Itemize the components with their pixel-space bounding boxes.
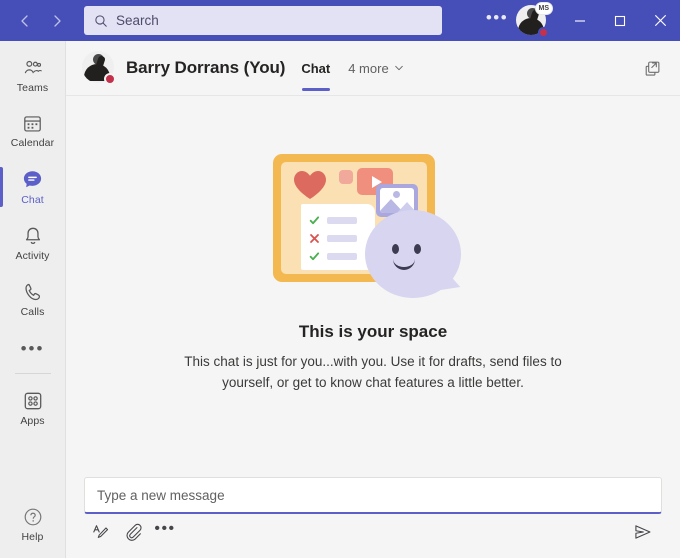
compose-area: ••• bbox=[66, 477, 680, 558]
cross-icon bbox=[310, 234, 319, 243]
presence-indicator-dnd bbox=[104, 73, 116, 85]
rail-divider bbox=[14, 373, 51, 374]
rail-item-label: Chat bbox=[21, 194, 44, 206]
rail-item-label: Calls bbox=[20, 305, 45, 318]
message-input[interactable] bbox=[97, 487, 649, 503]
tab-chat[interactable]: Chat bbox=[299, 41, 332, 96]
send-button[interactable] bbox=[628, 517, 658, 547]
checklist-row bbox=[309, 233, 357, 244]
back-button[interactable] bbox=[10, 7, 40, 35]
window-body: Teams Calendar Chat Activity Calls ••• A… bbox=[0, 41, 680, 558]
titlebar-right-controls: ••• MS bbox=[482, 0, 680, 41]
more-tabs-dropdown[interactable]: 4 more bbox=[348, 61, 403, 76]
image-sun bbox=[393, 191, 400, 198]
chevron-left-icon bbox=[21, 14, 28, 27]
send-icon bbox=[635, 525, 651, 539]
personal-space-illustration bbox=[273, 148, 473, 308]
forward-button[interactable] bbox=[42, 7, 72, 35]
checklist-row bbox=[309, 215, 357, 226]
main-panel: Barry Dorrans (You) Chat 4 more This is … bbox=[66, 41, 680, 558]
checklist-text-bar bbox=[327, 235, 357, 242]
app-rail: Teams Calendar Chat Activity Calls ••• A… bbox=[0, 41, 66, 558]
bubble-eye-right bbox=[414, 244, 421, 254]
rail-item-label: Teams bbox=[16, 81, 49, 94]
rail-item-apps[interactable]: Apps bbox=[0, 380, 66, 436]
more-options-button[interactable]: ••• bbox=[150, 517, 180, 547]
minimize-button[interactable] bbox=[560, 0, 600, 41]
tab-label: Chat bbox=[301, 60, 331, 76]
question-circle-icon bbox=[24, 508, 41, 525]
chat-icon bbox=[23, 171, 42, 188]
chat-avatar[interactable] bbox=[82, 51, 116, 85]
close-icon bbox=[654, 15, 666, 26]
chat-header: Barry Dorrans (You) Chat 4 more bbox=[66, 41, 680, 96]
compose-toolbar: ••• bbox=[84, 514, 662, 550]
attach-button[interactable] bbox=[118, 517, 148, 547]
title-bar: ••• MS bbox=[0, 0, 680, 41]
empty-state: This is your space This chat is just for… bbox=[66, 96, 680, 477]
empty-state-subtitle: This chat is just for you...with you. Us… bbox=[184, 354, 562, 390]
rail-item-teams[interactable]: Teams bbox=[0, 47, 66, 103]
apps-grid-icon bbox=[24, 392, 41, 409]
account-avatar-button[interactable]: MS bbox=[516, 1, 553, 38]
maximize-button[interactable] bbox=[600, 0, 640, 41]
rail-item-label: Apps bbox=[20, 414, 45, 427]
empty-state-title: This is your space bbox=[298, 322, 448, 341]
teams-window: ••• MS bbox=[0, 0, 680, 558]
checklist-text-bar bbox=[327, 253, 357, 260]
rail-more-apps-button[interactable]: ••• bbox=[0, 327, 66, 371]
checklist-note bbox=[301, 204, 375, 270]
illustration-pink-square bbox=[339, 170, 353, 184]
rail-item-label: Calendar bbox=[10, 137, 55, 149]
rail-item-help[interactable]: Help bbox=[0, 496, 66, 552]
rail-item-activity[interactable]: Activity bbox=[0, 215, 66, 271]
more-tabs-label: 4 more bbox=[348, 60, 389, 76]
format-text-icon bbox=[93, 525, 109, 538]
bell-icon bbox=[25, 227, 40, 244]
navigation-buttons bbox=[10, 7, 72, 35]
phone-icon bbox=[24, 283, 40, 300]
speech-bubble bbox=[365, 210, 461, 298]
bubble-eye-left bbox=[392, 244, 399, 254]
open-in-new-window-icon bbox=[645, 61, 659, 76]
popout-chat-button[interactable] bbox=[638, 54, 666, 82]
chevron-down-icon bbox=[394, 65, 403, 71]
search-box[interactable] bbox=[84, 6, 442, 35]
chevron-right-icon bbox=[54, 14, 61, 27]
format-button[interactable] bbox=[86, 517, 116, 547]
settings-and-more-button[interactable]: ••• bbox=[482, 6, 512, 36]
minimize-icon bbox=[575, 19, 585, 22]
message-box[interactable] bbox=[84, 477, 662, 514]
presence-indicator-dnd bbox=[538, 26, 549, 38]
active-indicator bbox=[0, 167, 3, 207]
search-input[interactable] bbox=[116, 13, 432, 28]
check-icon bbox=[309, 252, 320, 261]
close-button[interactable] bbox=[640, 0, 680, 41]
teams-icon bbox=[24, 60, 42, 73]
maximize-icon bbox=[614, 15, 626, 26]
paperclip-icon bbox=[126, 523, 142, 541]
rail-item-calendar[interactable]: Calendar bbox=[0, 103, 66, 159]
calendar-icon bbox=[24, 116, 41, 132]
rail-item-chat[interactable]: Chat bbox=[0, 159, 66, 215]
check-icon bbox=[309, 216, 320, 225]
checklist-row bbox=[309, 251, 357, 262]
heart-icon bbox=[294, 171, 326, 199]
page-title: Barry Dorrans (You) bbox=[126, 58, 286, 77]
account-badge: MS bbox=[534, 1, 553, 15]
search-icon bbox=[94, 14, 108, 28]
rail-item-calls[interactable]: Calls bbox=[0, 271, 66, 327]
chat-tabs: Chat 4 more bbox=[299, 41, 403, 96]
rail-item-label: Help bbox=[21, 530, 44, 543]
rail-item-label: Activity bbox=[15, 249, 50, 262]
checklist-text-bar bbox=[327, 217, 357, 224]
